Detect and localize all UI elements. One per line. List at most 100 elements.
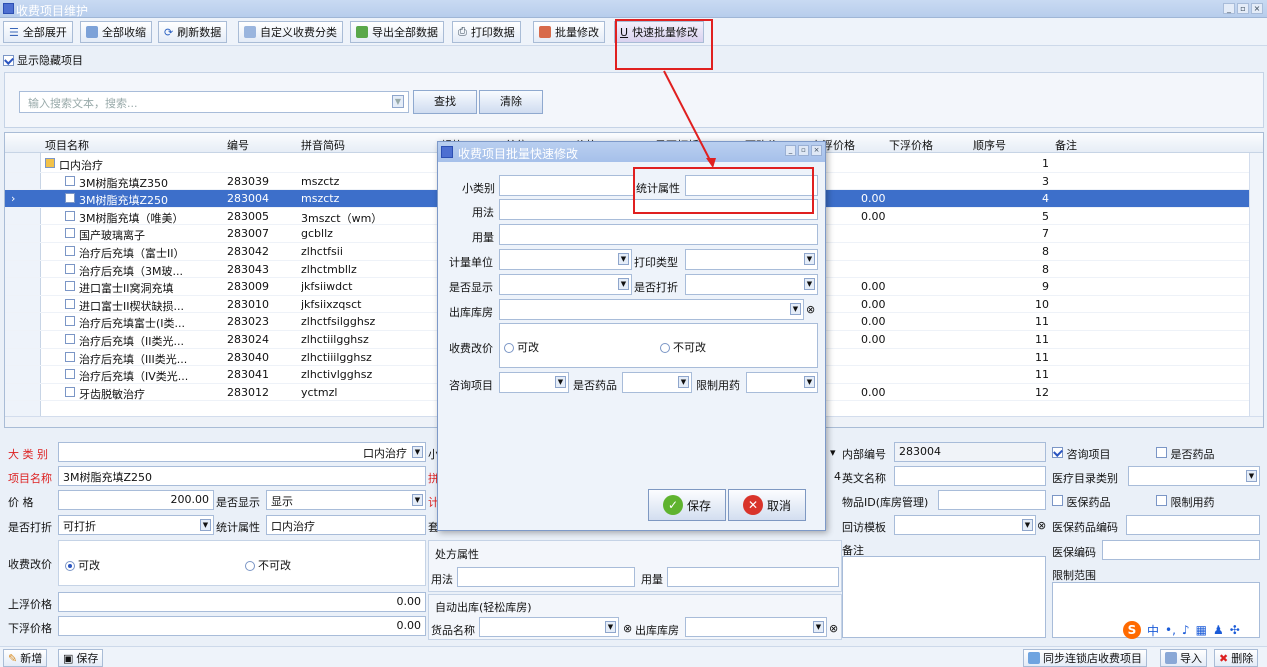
restrict-drug-checkbox[interactable] <box>1156 495 1167 506</box>
radio-cannot[interactable]: 不可改 <box>660 339 706 355</box>
item-checkbox[interactable] <box>65 334 75 344</box>
chevron-down-icon[interactable]: ▼ <box>412 446 423 458</box>
col-header[interactable]: 拼音简码 <box>301 137 345 153</box>
show-select[interactable]: ▼ <box>499 274 632 295</box>
chevron-down-icon[interactable]: ▼ <box>200 519 211 531</box>
ime-language[interactable]: 中 <box>1147 622 1159 639</box>
clear-icon[interactable]: ⊗ <box>1037 519 1046 532</box>
save-button[interactable]: ▣ 保存 <box>58 649 104 667</box>
remark-field[interactable] <box>842 556 1046 638</box>
minimize-icon[interactable]: _ <box>785 145 796 156</box>
import-button[interactable]: 导入 <box>1160 649 1207 667</box>
restore-icon[interactable]: ▫ <box>798 145 809 156</box>
item-checkbox[interactable] <box>65 281 75 292</box>
col-header[interactable]: 备注 <box>1055 137 1077 153</box>
chevron-down-icon[interactable]: ▾ <box>830 446 836 459</box>
chevron-down-icon[interactable]: ▼ <box>1246 470 1257 482</box>
item-checkbox[interactable] <box>65 246 75 256</box>
radio-can-change[interactable]: 可改 <box>65 557 100 573</box>
item-checkbox[interactable] <box>65 351 75 362</box>
subcat-field[interactable] <box>499 175 634 196</box>
item-name-field[interactable]: 3M树脂充填Z250 <box>58 466 426 486</box>
chevron-down-icon[interactable]: ▼ <box>412 494 423 506</box>
stat-field[interactable]: 口内治疗 <box>266 515 426 535</box>
col-header[interactable]: 编号 <box>227 137 249 153</box>
chevron-down-icon[interactable]: ▼ <box>678 376 689 388</box>
custom-category-button[interactable]: 自定义收费分类 <box>238 21 343 43</box>
up-price-field[interactable]: 0.00 <box>58 592 426 612</box>
chevron-down-icon[interactable]: ▼ <box>618 253 629 265</box>
radio-cannot-change[interactable]: 不可改 <box>245 557 291 573</box>
consult-checkbox[interactable] <box>1052 447 1063 458</box>
dialog-cancel-button[interactable]: ✕ 取消 <box>728 489 806 521</box>
ime-toolbar[interactable]: S 中 •, ♪ ▦ ♟ ✣ <box>1123 621 1240 639</box>
insured-code-field[interactable] <box>1102 540 1260 560</box>
radio-can[interactable]: 可改 <box>504 339 539 355</box>
chevron-down-icon[interactable]: ▼ <box>1022 519 1033 531</box>
chevron-down-icon[interactable]: ▼ <box>790 303 801 315</box>
show-select[interactable]: 显示 ▼ <box>266 490 426 510</box>
mic-icon[interactable]: ♪ <box>1182 623 1190 637</box>
down-price-field[interactable]: 0.00 <box>58 616 426 636</box>
vertical-scrollbar[interactable] <box>1249 153 1263 418</box>
is-drug-select[interactable]: ▼ <box>622 372 692 393</box>
dosage-field[interactable] <box>499 224 818 245</box>
dosage-field[interactable] <box>667 567 839 587</box>
clear-icon[interactable]: ⊗ <box>623 622 632 635</box>
chevron-down-icon[interactable]: ▼ <box>804 253 815 265</box>
store-select[interactable]: ▼ <box>499 299 804 320</box>
item-checkbox[interactable] <box>65 175 75 186</box>
item-checkbox[interactable] <box>65 386 75 397</box>
show-hidden-checkbox[interactable] <box>3 54 14 66</box>
print-type-select[interactable]: ▼ <box>685 249 818 270</box>
is-drug-toggle[interactable]: 是否药品 <box>1156 446 1215 462</box>
close-icon[interactable]: × <box>811 145 822 156</box>
tools-icon[interactable]: ✣ <box>1230 623 1240 637</box>
big-category-select[interactable]: 口内治疗 ▼ <box>58 442 426 462</box>
delete-button[interactable]: ✖ 删除 <box>1214 649 1259 667</box>
chevron-down-icon[interactable]: ▼ <box>555 376 566 388</box>
close-icon[interactable]: × <box>1251 3 1263 14</box>
chevron-down-icon[interactable]: ▼ <box>804 278 815 290</box>
insured-drug-code-field[interactable] <box>1126 515 1260 535</box>
punctuation-icon[interactable]: •, <box>1165 623 1176 637</box>
chevron-down-icon[interactable]: ▼ <box>392 95 404 108</box>
price-field[interactable]: 200.00 <box>58 490 214 510</box>
folder-icon[interactable] <box>45 158 55 168</box>
refresh-button[interactable]: ⟳ 刷新数据 <box>158 21 228 43</box>
usage-field[interactable] <box>457 567 635 587</box>
expand-all-button[interactable]: ☰ 全部展开 <box>3 21 73 43</box>
item-checkbox[interactable] <box>65 316 75 327</box>
chevron-down-icon[interactable]: ▼ <box>618 278 629 290</box>
clear-button[interactable]: 清除 <box>479 90 543 114</box>
insured-drug-toggle[interactable]: 医保药品 <box>1052 494 1111 510</box>
insured-drug-checkbox[interactable] <box>1052 495 1063 506</box>
chevron-down-icon[interactable]: ▼ <box>813 621 824 633</box>
item-checkbox[interactable] <box>65 193 75 204</box>
restore-icon[interactable]: ▫ <box>1237 3 1249 14</box>
med-cat-select[interactable]: ▼ <box>1128 466 1260 486</box>
discount-select[interactable]: ▼ <box>685 274 818 295</box>
batch-edit-button[interactable]: 批量修改 <box>533 21 605 43</box>
col-header[interactable]: 下浮价格 <box>889 137 933 153</box>
restrict-select[interactable]: ▼ <box>746 372 818 393</box>
col-header[interactable]: 项目名称 <box>45 137 89 153</box>
store-select[interactable]: ▼ <box>685 617 827 637</box>
restrict-drug-toggle[interactable]: 限制用药 <box>1156 494 1215 510</box>
item-checkbox[interactable] <box>65 263 75 274</box>
item-checkbox[interactable] <box>65 228 75 239</box>
search-input[interactable]: 输入搜索文本，搜索... ▼ <box>19 91 409 113</box>
add-button[interactable]: ✎ 新增 <box>3 649 48 667</box>
goods-id-field[interactable] <box>938 490 1046 510</box>
visit-template-select[interactable]: ▼ <box>894 515 1036 535</box>
goods-select[interactable]: ▼ <box>479 617 619 637</box>
consult-select[interactable]: ▼ <box>499 372 569 393</box>
sync-chain-button[interactable]: 同步连锁店收费项目 <box>1023 649 1147 667</box>
chevron-down-icon[interactable]: ▼ <box>804 376 815 388</box>
show-hidden-toggle[interactable]: 显示隐藏项目 <box>3 52 83 68</box>
print-button[interactable]: ⎙ 打印数据 <box>452 21 521 43</box>
keyboard-icon[interactable]: ▦ <box>1196 623 1207 637</box>
chevron-down-icon[interactable]: ▼ <box>605 621 616 633</box>
item-checkbox[interactable] <box>65 369 75 380</box>
item-checkbox[interactable] <box>65 298 75 309</box>
